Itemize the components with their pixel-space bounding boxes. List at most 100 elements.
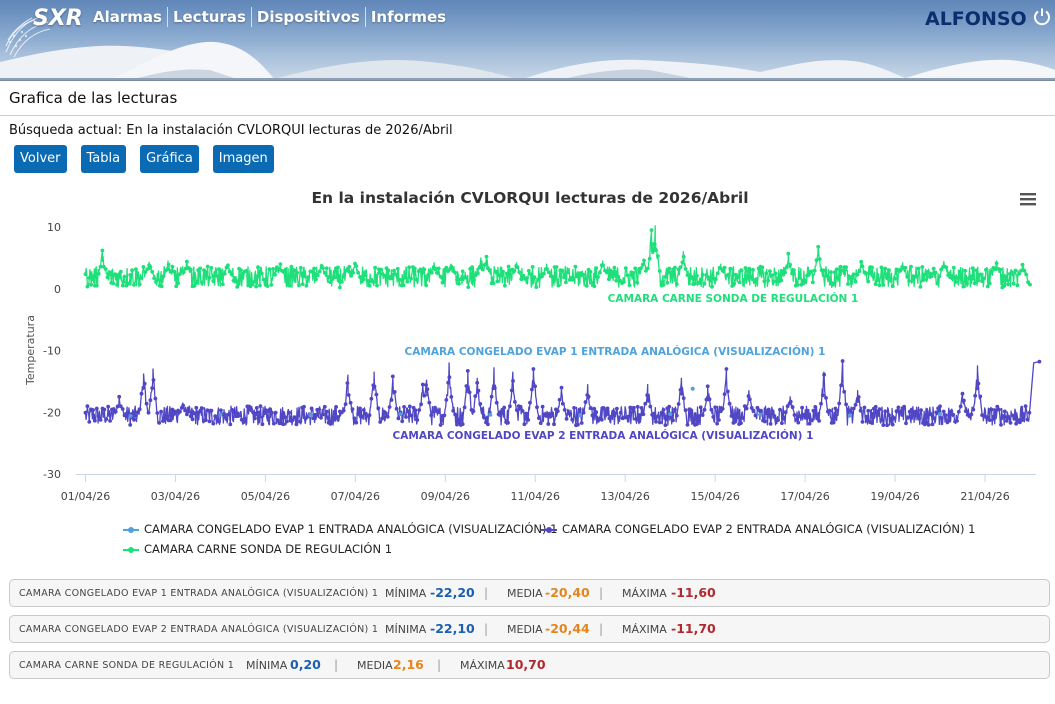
data-point	[864, 271, 869, 276]
data-point	[1023, 404, 1028, 408]
legend-item-evap2[interactable]: CAMARA CONGELADO EVAP 2 ENTRADA ANALÓGIC…	[541, 522, 975, 536]
data-point	[200, 280, 204, 285]
data-point	[493, 269, 498, 274]
data-point	[997, 407, 1001, 412]
y-axis-label: Temperatura	[24, 315, 37, 386]
data-point	[96, 414, 101, 419]
data-point	[932, 416, 937, 421]
power-icon[interactable]	[1032, 7, 1052, 27]
data-point	[141, 385, 146, 390]
data-point	[871, 274, 876, 279]
data-point	[955, 419, 959, 423]
data-point	[751, 267, 755, 272]
data-point	[492, 386, 497, 390]
data-point	[930, 422, 935, 427]
data-point	[424, 383, 428, 387]
data-point	[336, 415, 340, 419]
current-search: Búsqueda actual: En la instalación CVLOR…	[9, 123, 453, 138]
data-point	[373, 265, 377, 270]
legend-item-evap1[interactable]: CAMARA CONGELADO EVAP 1 ENTRADA ANALÓGIC…	[123, 522, 557, 536]
data-point	[218, 412, 223, 417]
data-point	[476, 388, 481, 393]
stat-max-value: -11,60	[671, 585, 716, 600]
data-point	[480, 267, 485, 272]
data-point	[219, 269, 223, 274]
data-point	[464, 384, 469, 388]
data-point	[289, 264, 294, 269]
data-point	[706, 275, 711, 280]
data-point	[107, 270, 112, 275]
data-point	[1022, 268, 1027, 273]
data-point	[401, 283, 406, 288]
data-point	[479, 264, 483, 269]
data-point	[705, 384, 710, 389]
data-point	[460, 422, 465, 426]
data-point	[1024, 272, 1029, 277]
data-point	[715, 271, 720, 276]
nav-informes[interactable]: Informes	[364, 7, 451, 27]
stat-name: CAMARA CARNE SONDA DE REGULACIÓN 1	[19, 660, 235, 671]
data-point	[271, 267, 275, 271]
data-point	[683, 267, 688, 271]
data-point	[489, 394, 494, 399]
data-point	[548, 414, 553, 419]
data-point	[809, 269, 813, 274]
data-point	[904, 421, 908, 426]
user-name[interactable]: ALFONSO	[925, 8, 1027, 30]
data-point	[514, 408, 519, 412]
nav-alarmas[interactable]: Alarmas	[88, 7, 167, 27]
data-point	[151, 378, 156, 382]
nav-lecturas[interactable]: Lecturas	[166, 7, 251, 27]
legend-label: CAMARA CARNE SONDA DE REGULACIÓN 1	[144, 542, 393, 556]
data-point	[219, 408, 223, 413]
data-point	[956, 409, 961, 414]
data-point	[633, 417, 638, 421]
data-point	[545, 267, 549, 271]
data-point	[336, 265, 340, 270]
data-point	[235, 285, 240, 289]
data-point	[226, 412, 231, 417]
data-point	[447, 375, 452, 380]
data-point	[674, 282, 679, 286]
data-point	[390, 276, 394, 281]
data-point	[252, 279, 257, 284]
data-point	[174, 284, 179, 289]
data-point	[205, 408, 210, 413]
data-point	[217, 419, 221, 424]
hamburger-menu-icon[interactable]	[1018, 190, 1038, 208]
nav-dispositivos[interactable]: Dispositivos	[250, 7, 365, 27]
series-1	[83, 359, 1042, 428]
data-point	[482, 263, 487, 267]
data-point	[739, 421, 743, 425]
data-point	[917, 416, 922, 421]
data-point	[213, 270, 218, 275]
data-point	[518, 404, 523, 409]
data-point	[178, 409, 182, 414]
data-point	[905, 416, 910, 420]
volver-button[interactable]: Volver	[14, 145, 67, 173]
legend-item-carne[interactable]: CAMARA CARNE SONDA DE REGULACIÓN 1	[123, 542, 392, 556]
data-point	[960, 391, 965, 396]
imagen-button[interactable]: Imagen	[212, 145, 274, 173]
data-point	[582, 277, 587, 281]
data-point	[798, 414, 803, 419]
data-point	[460, 269, 465, 274]
data-point	[186, 409, 191, 414]
data-point	[278, 262, 283, 266]
grafica-button[interactable]: Gráfica	[140, 145, 199, 173]
tabla-button[interactable]: Tabla	[80, 145, 127, 173]
data-point	[281, 422, 286, 427]
data-point	[550, 274, 555, 279]
data-point	[319, 415, 323, 420]
data-point	[502, 405, 507, 410]
data-point	[667, 266, 672, 271]
data-point	[975, 386, 979, 391]
data-point	[559, 385, 564, 390]
data-point	[560, 268, 565, 273]
x-tick-label: 01/04/26	[61, 490, 110, 503]
data-point	[976, 278, 981, 283]
data-point	[944, 265, 949, 270]
x-tick-label: 21/04/26	[960, 490, 1009, 503]
data-point	[536, 277, 541, 282]
data-point	[96, 271, 101, 276]
